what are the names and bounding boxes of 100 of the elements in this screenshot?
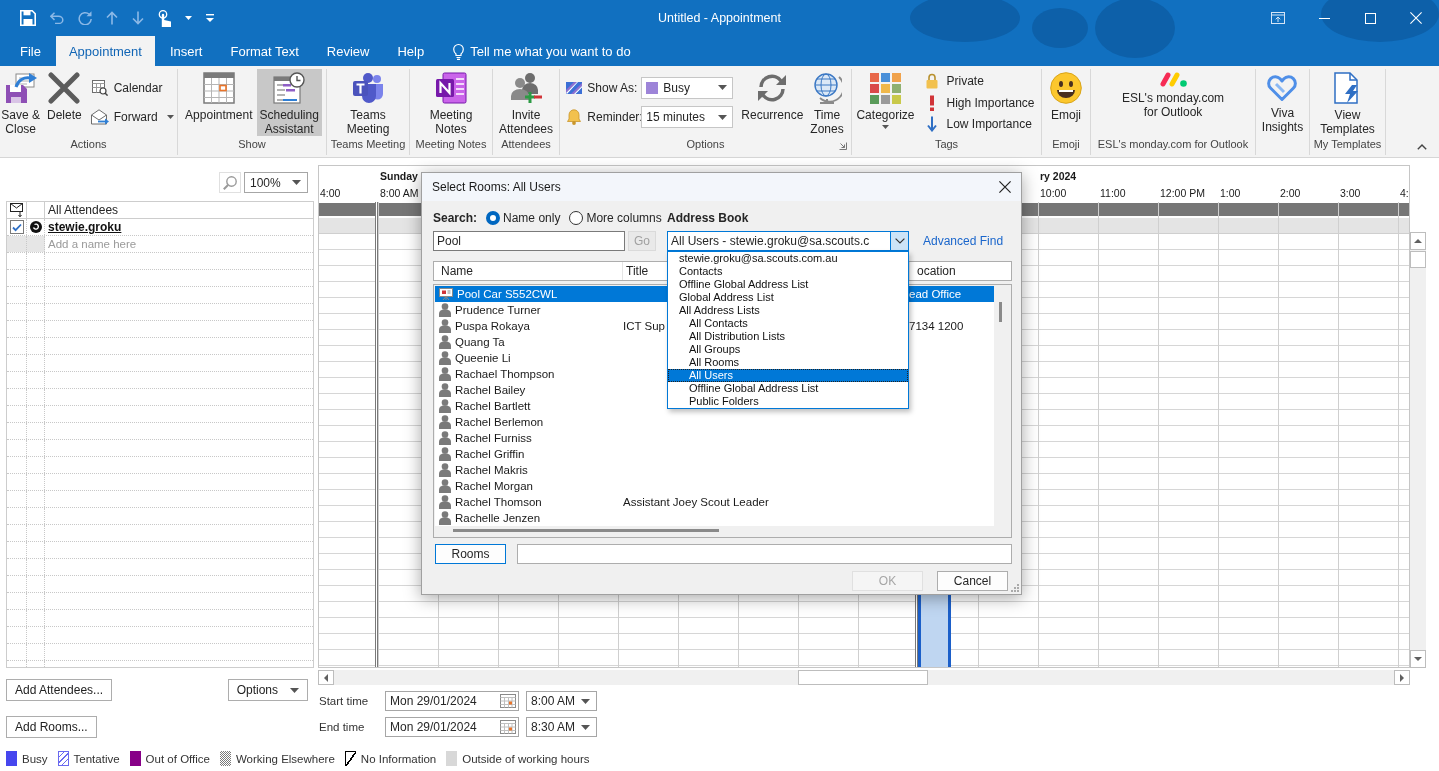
table-cell[interactable]: Rachel Griffin: [455, 448, 525, 460]
dropdown-option[interactable]: All Distribution Lists: [668, 330, 908, 343]
private-button[interactable]: Private: [920, 70, 1038, 91]
date-field[interactable]: Mon 29/01/2024: [385, 717, 519, 737]
table-cell[interactable]: Rachel Thomson: [455, 496, 542, 508]
column-header[interactable]: ocation: [917, 264, 956, 278]
scroll-thumb[interactable]: [1410, 251, 1426, 268]
show-as-dropdown[interactable]: Busy: [641, 76, 734, 99]
time-dropdown[interactable]: 8:00 AM: [526, 691, 597, 711]
envelope-arrow-icon[interactable]: [10, 203, 23, 217]
meeting-notes-button[interactable]: Meeting Notes: [426, 69, 476, 136]
dropdown-option[interactable]: All Groups: [668, 343, 908, 356]
ribbon-tab[interactable]: Help: [384, 36, 438, 66]
scroll-thumb[interactable]: [999, 302, 1002, 322]
radio-icon[interactable]: [569, 211, 584, 225]
radio-icon[interactable]: [486, 211, 501, 225]
table-cell[interactable]: Queenie Li: [455, 352, 511, 364]
scroll-left-button[interactable]: [318, 670, 334, 685]
scroll-right-button[interactable]: [1394, 670, 1410, 685]
column-header[interactable]: Name: [441, 264, 473, 278]
low-importance-button[interactable]: Low Importance: [920, 114, 1038, 135]
zoom-dropdown[interactable]: 100%: [244, 172, 308, 193]
reminder-dropdown[interactable]: 15 minutes: [641, 106, 734, 129]
dropdown-option[interactable]: Public Folders: [668, 395, 908, 408]
categorize-button[interactable]: Categorize: [853, 69, 918, 136]
table-cell[interactable]: Rachel Berlemon: [455, 416, 544, 428]
add-attendees-button[interactable]: Add Attendees...: [6, 679, 113, 701]
viva-insights-button[interactable]: Viva Insights: [1258, 69, 1307, 136]
dropdown-option[interactable]: All Address Lists: [668, 304, 908, 317]
table-cell[interactable]: Rachel Morgan: [455, 480, 533, 492]
calendar-icon[interactable]: [500, 694, 516, 708]
down-arrow-icon[interactable]: [132, 11, 144, 25]
high-importance-button[interactable]: High Importance: [920, 92, 1038, 113]
attendee-name-field[interactable]: Add a name here: [48, 236, 313, 252]
invite-attendees-button[interactable]: Invite Attendees: [495, 69, 556, 136]
attendee-name[interactable]: stewie.groku: [48, 220, 122, 234]
dropdown-option[interactable]: Offline Global Address List: [668, 278, 908, 291]
table-cell[interactable]: Rachel Makris: [455, 464, 528, 476]
table-cell[interactable]: Rachel Bartlett: [455, 400, 531, 412]
dropdown-option[interactable]: Contacts: [668, 265, 908, 278]
table-cell[interactable]: Rachael Thompson: [455, 368, 555, 380]
radio-option[interactable]: Name only: [486, 211, 561, 225]
calendar-icon[interactable]: [500, 720, 516, 734]
dropdown-option[interactable]: All Users: [668, 369, 908, 382]
table-cell[interactable]: Rachel Furniss: [455, 432, 532, 444]
up-arrow-icon[interactable]: [106, 11, 118, 25]
dialog-launcher-icon[interactable]: [839, 142, 847, 150]
search-field[interactable]: Pool: [433, 231, 625, 251]
table-cell[interactable]: Rachelle Jenzen: [455, 512, 541, 524]
caret-icon[interactable]: [185, 16, 192, 20]
undo-icon[interactable]: [50, 12, 64, 24]
table-cell[interactable]: Rachel Bailey: [455, 384, 526, 396]
dropdown-option[interactable]: Offline Global Address List: [668, 382, 908, 395]
address-book-dropdown[interactable]: All Users - stewie.groku@sa.scouts.c: [667, 231, 909, 251]
ribbon-tab[interactable]: Review: [313, 36, 383, 66]
rooms-field[interactable]: [517, 544, 1012, 564]
save-close-button[interactable]: Save & Close: [0, 69, 43, 136]
ribbon-tab[interactable]: Insert: [156, 36, 216, 66]
save-icon[interactable]: [20, 10, 36, 26]
table-cell[interactable]: Pool Car S552CWL: [457, 288, 558, 300]
ribbon-tab[interactable]: Appointment: [55, 36, 155, 66]
cancel-button[interactable]: Cancel: [937, 571, 1008, 591]
teams-meeting-button[interactable]: Teams Meeting: [343, 69, 393, 136]
ribbon-tab[interactable]: Format Text: [217, 36, 312, 66]
recurrence-button[interactable]: Recurrence: [738, 69, 807, 136]
zoom-button[interactable]: [219, 172, 241, 193]
dropdown-option[interactable]: Global Address List: [668, 291, 908, 304]
view-templates-button[interactable]: View Templates: [1317, 69, 1378, 136]
collapse-ribbon-icon[interactable]: [1417, 144, 1427, 150]
forward-button[interactable]: Forward: [87, 107, 177, 127]
rooms-button[interactable]: Rooms: [435, 544, 506, 564]
scroll-up-button[interactable]: [1410, 232, 1426, 250]
hand-pointer-icon[interactable]: [158, 9, 171, 27]
scroll-thumb[interactable]: [798, 670, 928, 685]
column-header[interactable]: Title: [626, 264, 649, 278]
appointment-button[interactable]: Appointment: [182, 69, 256, 136]
radio-option[interactable]: More columns: [569, 211, 662, 225]
redo-icon[interactable]: [78, 11, 92, 25]
time-zones-button[interactable]: Time Zones: [807, 69, 847, 136]
table-cell[interactable]: Prudence Turner: [455, 304, 541, 316]
delete-button[interactable]: Delete: [44, 69, 85, 136]
scroll-thumb[interactable]: [453, 529, 719, 532]
scheduling-assistant-button[interactable]: Scheduling Assistant: [256, 69, 322, 136]
calendar-button[interactable]: Calendar: [87, 78, 177, 98]
dropdown-option[interactable]: stewie.groku@sa.scouts.com.au: [668, 252, 908, 265]
add-rooms-button[interactable]: Add Rooms...: [6, 716, 97, 738]
customize-icon[interactable]: [206, 14, 214, 22]
monday-add-in-button[interactable]: ESL's monday.com for Outlook: [1118, 69, 1228, 136]
resize-grip-icon[interactable]: [1010, 583, 1019, 592]
emoji-button[interactable]: Emoji: [1047, 69, 1085, 136]
dropdown-option[interactable]: All Rooms: [668, 356, 908, 369]
table-cell[interactable]: Puspa Rokaya: [455, 320, 530, 332]
ribbon-tab[interactable]: File: [7, 36, 54, 66]
table-cell[interactable]: Quang Ta: [455, 336, 505, 348]
date-field[interactable]: Mon 29/01/2024: [385, 691, 519, 711]
time-dropdown[interactable]: 8:30 AM: [526, 717, 597, 737]
tell-me-button[interactable]: Tell me what you want to do: [453, 36, 631, 66]
advanced-find-link[interactable]: Advanced Find: [909, 234, 1012, 248]
scroll-down-button[interactable]: [1410, 650, 1426, 668]
options-button[interactable]: Options: [227, 679, 308, 701]
